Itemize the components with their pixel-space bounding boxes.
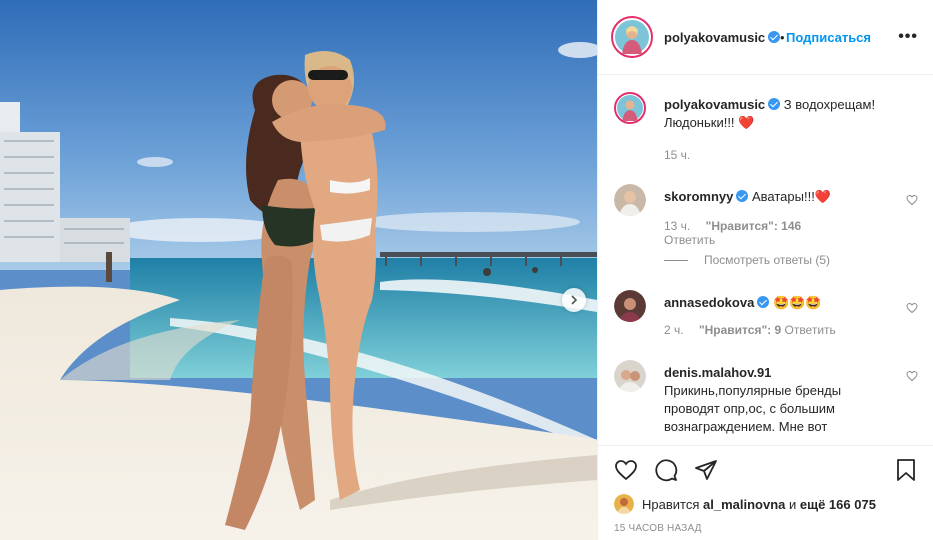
share-icon[interactable] <box>694 458 718 482</box>
comment-time: 2 ч. <box>664 323 684 337</box>
beach-photo-illustration <box>0 0 597 540</box>
liker-avatar-image <box>614 494 634 514</box>
caption-avatar[interactable] <box>614 92 646 124</box>
likes-prefix: Нравится <box>642 497 700 512</box>
view-replies-button[interactable]: Посмотреть ответы (5) <box>664 253 830 267</box>
caption-emoji: ❤️ <box>738 115 755 130</box>
liker-avatar[interactable] <box>614 494 634 514</box>
post-photo[interactable] <box>0 0 597 540</box>
comment-body: denis.malahov.91 Прикинь,популярные брен… <box>664 364 894 436</box>
caption: polyakovamusic З водохрещам! Людоньки!!!… <box>614 92 914 172</box>
likes-user[interactable]: al_malinovna <box>703 497 785 512</box>
save-icon[interactable] <box>894 458 918 482</box>
comment-body: annasedokova 🤩🤩🤩 <box>664 294 894 312</box>
comment-avatar-image <box>614 184 646 216</box>
comment-avatar[interactable] <box>614 184 646 216</box>
reply-button[interactable]: Ответить <box>664 233 715 247</box>
caption-body: polyakovamusic З водохрещам! Людоньки!!!… <box>664 96 894 132</box>
comment-like-icon[interactable] <box>906 370 918 382</box>
verified-icon <box>736 190 749 202</box>
comment-like-icon[interactable] <box>906 302 918 314</box>
follow-button[interactable]: Подписаться <box>786 30 871 45</box>
comments-list[interactable]: polyakovamusic З водохрещам! Людоньки!!!… <box>598 76 933 444</box>
comment-icon[interactable] <box>654 458 678 482</box>
likes-middle: и <box>789 497 797 512</box>
comment-body: skoromnyy Аватары!!!❤️ <box>664 188 894 206</box>
comment-emoji: ❤️ <box>814 189 832 204</box>
caption-time: 15 ч. <box>664 148 691 162</box>
verified-icon <box>757 296 770 308</box>
like-icon[interactable] <box>614 458 638 482</box>
comment-likes[interactable]: "Нравится": 146 <box>706 219 802 233</box>
separator-dot: • <box>780 30 785 45</box>
comment-avatar-image <box>614 360 646 392</box>
comment-username[interactable]: skoromnyy <box>664 189 733 204</box>
author-username-text: polyakovamusic <box>664 30 766 45</box>
author-username[interactable]: polyakovamusic <box>664 30 781 45</box>
comment-avatar[interactable] <box>614 290 646 322</box>
post-side-panel: polyakovamusic • Подписаться ••• polyako… <box>597 0 933 540</box>
comment-avatar[interactable] <box>614 360 646 392</box>
comment-username[interactable]: annasedokova <box>664 295 754 310</box>
comment-like-icon[interactable] <box>906 194 918 206</box>
post-header: polyakovamusic • Подписаться ••• <box>598 0 933 75</box>
next-image-button[interactable] <box>562 288 586 312</box>
next-arrow-icon <box>571 295 578 305</box>
comment-item: denis.malahov.91 Прикинь,популярные брен… <box>614 360 918 444</box>
comment-meta: 2 ч. "Нравится": 9 Ответить <box>664 323 848 337</box>
comment-text: Прикинь,популярные бренды проводят опр,о… <box>664 383 842 434</box>
verified-icon <box>768 98 781 110</box>
verified-icon <box>768 31 781 43</box>
author-avatar-image <box>615 20 649 54</box>
comment-avatar-image <box>614 290 646 322</box>
comment-username[interactable]: denis.malahov.91 <box>664 365 771 380</box>
caption-avatar-image <box>617 95 643 121</box>
post-timestamp[interactable]: 15 ЧАСОВ НАЗАД <box>614 523 702 534</box>
comment-text: Аватары!!! <box>752 189 815 204</box>
comment-item: skoromnyy Аватары!!!❤️ 13 ч. "Нравится":… <box>614 184 918 274</box>
caption-meta: 15 ч. <box>664 148 702 162</box>
author-avatar[interactable] <box>611 16 653 58</box>
post-actions: Нравится al_malinovna и ещё 166 075 15 Ч… <box>598 445 933 540</box>
comment-time: 13 ч. <box>664 219 691 233</box>
reply-button[interactable]: Ответить <box>784 323 835 337</box>
likes-count[interactable]: ещё 166 075 <box>800 497 876 512</box>
more-icon[interactable]: ••• <box>898 28 918 46</box>
comment-meta: 13 ч. "Нравится": 146 <box>664 219 801 233</box>
likes-text: Нравится al_malinovna и ещё 166 075 <box>642 497 876 512</box>
comment-emoji: 🤩🤩🤩 <box>772 295 822 310</box>
comment-item: annasedokova 🤩🤩🤩 2 ч. "Нравится": 9 Отве… <box>614 290 918 350</box>
comment-likes[interactable]: "Нравится": 9 <box>699 323 781 337</box>
caption-username[interactable]: polyakovamusic <box>664 97 765 112</box>
